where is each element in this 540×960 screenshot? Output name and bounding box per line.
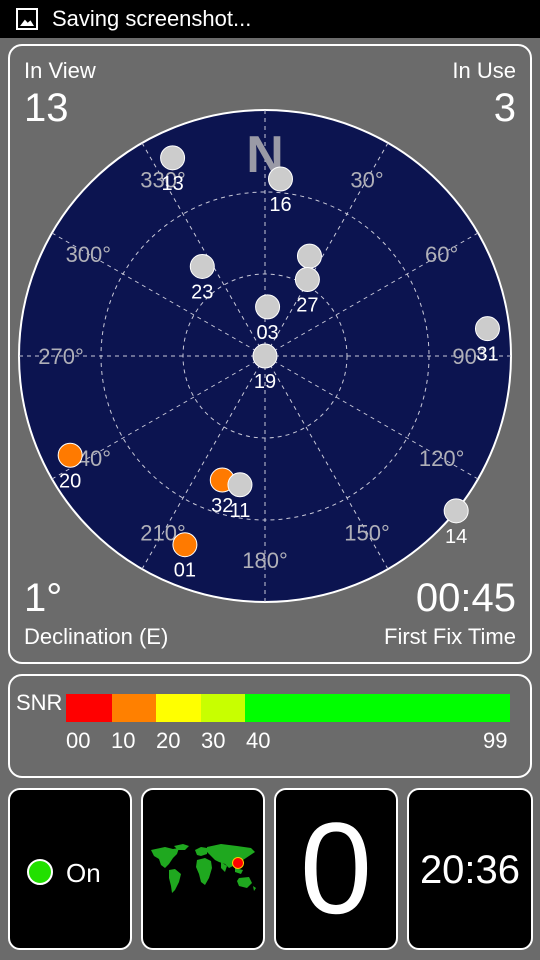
location-map-tile[interactable] <box>141 788 265 950</box>
in-view-label: In View <box>24 58 96 83</box>
gps-status-text: On <box>66 858 101 888</box>
in-use-label: In Use <box>452 58 516 83</box>
snr-segment-30-40 <box>201 694 245 722</box>
satellite-23-dot <box>189 253 215 279</box>
snr-segment-20-30 <box>156 694 201 722</box>
world-map-icon <box>147 844 259 895</box>
satellite-31-dot <box>474 316 500 342</box>
first-fix-value: 00:45 <box>415 576 516 620</box>
clock-tile[interactable]: 20:36 <box>407 788 533 950</box>
satellite-19-label: 19 <box>254 371 276 393</box>
satellite-31-label: 31 <box>476 344 498 366</box>
sky-view-panel[interactable]: 30° 60° 90° 120° 150° 180° 210° 240° 270° 300° 330… <box>8 44 532 664</box>
satellite-16-label: 16 <box>269 194 291 216</box>
status-text: Saving screenshot... <box>52 6 252 31</box>
snr-panel[interactable]: SNR 00 10 20 30 40 99 <box>8 674 532 778</box>
satellite-16-dot <box>267 166 293 192</box>
satellite-27-label: 27 <box>296 294 318 316</box>
satellite-23-label: 23 <box>191 281 213 303</box>
compass-label: 180° <box>242 548 288 573</box>
compass-label: 150° <box>344 521 390 546</box>
satellite-11-dot <box>227 472 253 498</box>
snr-tick-20: 20 <box>156 728 181 753</box>
satellite-14-dot <box>443 498 469 524</box>
snr-color-scale <box>66 694 510 722</box>
satellite-20-dot <box>57 442 83 468</box>
snr-label: SNR <box>16 690 63 715</box>
satellite-11-label: 11 <box>230 500 251 522</box>
satellite-27-dot <box>294 266 320 292</box>
satellite-01-label: 01 <box>174 560 196 582</box>
first-fix-block: 00:45 First Fix Time <box>384 578 516 648</box>
snr-tick-10: 10 <box>111 728 136 753</box>
satellite-19-dot <box>252 343 278 369</box>
satellite-6-dot <box>296 243 322 269</box>
satellite-13-label: 13 <box>161 173 183 195</box>
compass-label: 120° <box>419 446 465 471</box>
snr-segment-10-20 <box>112 694 156 722</box>
satellite-03-label: 03 <box>256 322 278 344</box>
compass-label: 60° <box>425 242 458 267</box>
satellite-13-dot <box>160 145 186 171</box>
location-marker-icon <box>232 857 244 869</box>
screenshot-icon <box>16 8 38 30</box>
declination-value: 1° <box>24 576 63 620</box>
clock-value: 20:36 <box>419 848 521 892</box>
snr-tick-40: 40 <box>246 728 271 753</box>
satellite-count-value: 0 <box>299 795 373 941</box>
snr-tick-99: 99 <box>483 728 508 753</box>
satellite-count-tile[interactable]: 0 <box>274 788 398 950</box>
gps-status-tile[interactable]: On <box>8 788 132 950</box>
snr-tick-30: 30 <box>201 728 226 753</box>
satellite-14-label: 14 <box>445 526 467 548</box>
snr-tick-00: 00 <box>66 728 91 753</box>
in-use-block: In Use 3 <box>452 58 516 130</box>
declination-block: 1° Declination (E) <box>24 578 168 648</box>
first-fix-label: First Fix Time <box>384 624 516 649</box>
in-use-value: 3 <box>493 86 516 130</box>
snr-segment-00-10 <box>66 694 112 722</box>
declination-label: Declination (E) <box>24 624 169 649</box>
gps-on-indicator-icon <box>27 859 53 885</box>
satellite-01-dot <box>172 532 198 558</box>
snr-segment-40-99 <box>245 694 510 722</box>
status-bar: Saving screenshot... <box>0 0 540 38</box>
compass-label: 300° <box>66 242 112 267</box>
compass-label: 30° <box>350 167 383 192</box>
sky-plot: 30°60°90°120°150°180°210°240°270°300°330… <box>18 109 512 603</box>
in-view-block: In View 13 <box>24 58 96 130</box>
in-view-value: 13 <box>24 86 69 130</box>
satellite-03-dot <box>255 294 281 320</box>
compass-label: 270° <box>38 344 84 369</box>
satellite-20-label: 20 <box>59 470 81 492</box>
